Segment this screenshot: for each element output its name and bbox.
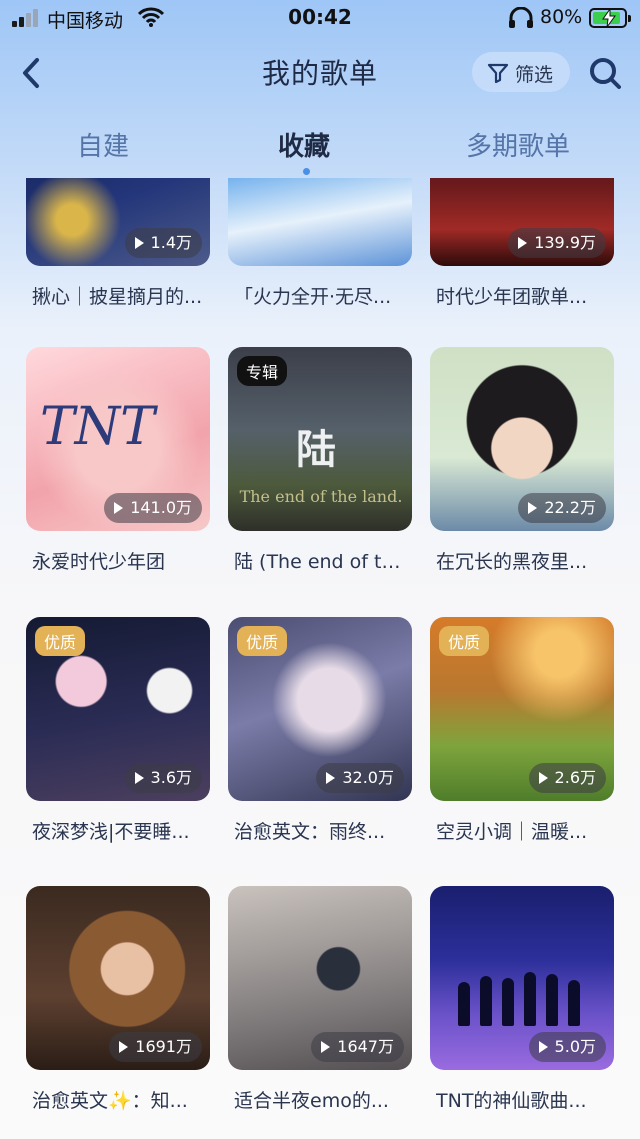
play-count: 1691万 — [109, 1032, 202, 1062]
playlist-cover: 1.4万 — [26, 178, 210, 266]
play-icon — [119, 1041, 129, 1053]
playlist-card[interactable]: 22.2万 在冗长的黑夜里... — [430, 347, 614, 587]
playlist-cover: 1691万 — [26, 886, 210, 1070]
playlist-name: 永爱时代少年团 — [32, 551, 166, 573]
tab-collected[interactable]: 收藏 — [278, 126, 330, 163]
play-icon — [538, 1041, 548, 1053]
cover-title: 陆 — [296, 427, 336, 473]
active-tab-indicator — [303, 168, 310, 175]
playlist-cover: 优质 2.6万 — [430, 617, 614, 801]
battery-icon — [589, 8, 631, 28]
play-icon — [518, 237, 528, 249]
album-badge: 专辑 — [237, 356, 288, 386]
playlist-cover: 139.9万 — [430, 178, 614, 266]
playlist-card[interactable]: TNT 141.0万 永爱时代少年团 — [26, 347, 210, 587]
playlist-card[interactable]: 1647万 适合半夜emo的... — [228, 886, 412, 1126]
play-icon — [134, 237, 144, 249]
playlist-cover: 陆 The end of the land. 专辑 — [228, 347, 412, 531]
playlist-card[interactable]: 1.4万 揪心｜披星摘月的... — [26, 178, 210, 322]
play-count: 5.0万 — [528, 1032, 606, 1062]
playlist-name: 在冗长的黑夜里... — [436, 551, 588, 573]
play-count: 1647万 — [311, 1032, 404, 1062]
playlist-card[interactable]: 「火力全开·无尽... — [228, 178, 412, 322]
playlist-card[interactable]: 优质 3.6万 夜深梦浅|不要睡... — [26, 617, 210, 857]
playlist-name: 时代少年团歌单... — [436, 286, 588, 308]
filter-icon — [487, 63, 509, 84]
filter-label: 筛选 — [515, 64, 554, 86]
tab-self-created[interactable]: 自建 — [77, 126, 129, 163]
play-icon — [114, 502, 124, 514]
playlist-card[interactable]: 优质 2.6万 空灵小调｜温暖... — [430, 617, 614, 857]
playlist-card[interactable]: 陆 The end of the land. 专辑 陆 (The end of … — [228, 347, 412, 587]
playlist-cover — [228, 178, 412, 266]
playlist-name: 「火力全开·无尽... — [234, 286, 392, 308]
play-count: 1.4万 — [124, 228, 202, 258]
filter-button[interactable]: 筛选 — [472, 52, 570, 92]
playlist-name: 治愈英文：雨终... — [234, 821, 386, 843]
play-count: 2.6万 — [528, 763, 606, 793]
playlist-name: 治愈英文✨：知... — [32, 1090, 188, 1112]
playlist-cover: 优质 3.6万 — [26, 617, 210, 801]
playlist-grid[interactable]: 1.4万 揪心｜披星摘月的... 「火力全开·无尽... 139.9万 时代少年… — [0, 178, 640, 1139]
playlist-cover: TNT 141.0万 — [26, 347, 210, 531]
play-icon — [134, 772, 144, 784]
cover-artwork — [452, 966, 592, 1026]
premium-badge: 优质 — [237, 626, 288, 656]
play-icon — [321, 1041, 331, 1053]
play-icon — [528, 502, 538, 514]
headphones-icon — [509, 7, 533, 28]
playlist-name: TNT的神仙歌曲... — [436, 1090, 587, 1112]
search-icon[interactable] — [588, 56, 622, 90]
premium-badge: 优质 — [439, 626, 490, 656]
premium-badge: 优质 — [35, 626, 86, 656]
playlist-card[interactable]: 1691万 治愈英文✨：知... — [26, 886, 210, 1126]
playlist-cover: 1647万 — [228, 886, 412, 1070]
playlist-cover: 优质 32.0万 — [228, 617, 412, 801]
playlist-cover: 5.0万 — [430, 886, 614, 1070]
play-count: 141.0万 — [104, 493, 202, 523]
playlist-card[interactable]: 139.9万 时代少年团歌单... — [430, 178, 614, 322]
playlist-name: 适合半夜emo的... — [234, 1090, 389, 1112]
tab-multi-period[interactable]: 多期歌单 — [466, 126, 570, 163]
playlist-cover: 22.2万 — [430, 347, 614, 531]
play-count: 32.0万 — [316, 763, 404, 793]
playlist-name: 陆 (The end of the... — [234, 551, 412, 573]
playlist-name: 揪心｜披星摘月的... — [32, 286, 203, 308]
playlist-name: 空灵小调｜温暖... — [436, 821, 588, 843]
play-count: 3.6万 — [124, 763, 202, 793]
battery-percent: 80% — [540, 6, 583, 28]
play-count: 139.9万 — [508, 228, 606, 258]
playlist-name: 夜深梦浅|不要睡... — [32, 821, 190, 843]
status-bar: 中国移动 00:42 80% — [0, 0, 640, 36]
playlist-card[interactable]: 优质 32.0万 治愈英文：雨终... — [228, 617, 412, 857]
playlist-card[interactable]: 5.0万 TNT的神仙歌曲... — [430, 886, 614, 1126]
play-count: 22.2万 — [518, 493, 606, 523]
cover-subtitle: The end of the land. — [239, 487, 403, 506]
cover-artwork: TNT — [40, 397, 155, 457]
play-icon — [538, 772, 548, 784]
play-icon — [326, 772, 336, 784]
